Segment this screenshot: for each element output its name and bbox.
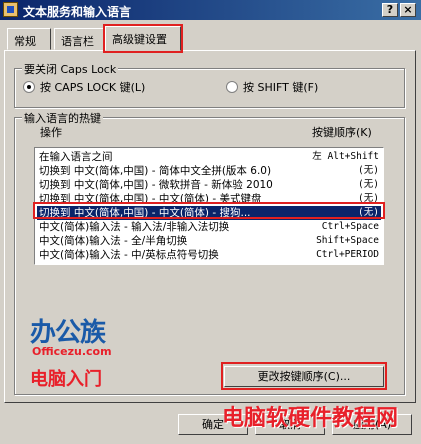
watermark-logo: 办公族 [30, 318, 106, 348]
tab-general[interactable]: 常规 [7, 28, 51, 50]
column-keys-header: 按键顺序(K) [312, 126, 372, 139]
row-highlight-box [33, 202, 385, 219]
caps-lock-radio[interactable] [23, 81, 35, 93]
table-row[interactable]: 中文(简体)输入法 - 全/半角切换 Shift+Space [37, 234, 381, 248]
table-row[interactable]: 中文(简体)输入法 - 输入法/非输入法切换 Ctrl+Space [37, 220, 381, 234]
app-icon [3, 2, 18, 17]
tab-highlight-box [103, 24, 183, 53]
watermark-subtitle: 电脑入门 [30, 369, 102, 390]
shift-option-label[interactable]: 按 SHIFT 键(F) [243, 79, 318, 95]
table-row[interactable]: 在输入语言之间左 Alt+Shift [37, 150, 381, 164]
watermark-url: Officezu.com [32, 345, 112, 358]
table-row[interactable]: 中文(简体)输入法 - 中/英标点符号切换 Ctrl+PERIOD [37, 248, 381, 262]
table-row[interactable]: 切换到 中文(简体,中国) - 简体中文全拼(版本 6.0) (无) [37, 164, 381, 178]
title-bar: 文本服务和输入语言 ? × [0, 0, 421, 20]
column-action-header: 操作 [40, 126, 62, 139]
window-title: 文本服务和输入语言 [23, 5, 132, 19]
shift-radio[interactable] [226, 81, 238, 93]
table-row[interactable]: 切换到 中文(简体,中国) - 微软拼音 - 新体验 2010 (无) [37, 178, 381, 192]
tab-language-bar[interactable]: 语言栏 [54, 28, 104, 50]
button-highlight-box [221, 362, 387, 390]
hotkeys-legend: 输入语言的热键 [22, 110, 103, 126]
close-button[interactable]: × [400, 3, 416, 17]
caps-lock-legend: 要关闭 Caps Lock [22, 61, 119, 77]
watermark-site-name: 电脑软硬件教程网 [222, 406, 399, 431]
help-button[interactable]: ? [382, 3, 398, 17]
caps-lock-option-label[interactable]: 按 CAPS LOCK 键(L) [40, 79, 145, 95]
